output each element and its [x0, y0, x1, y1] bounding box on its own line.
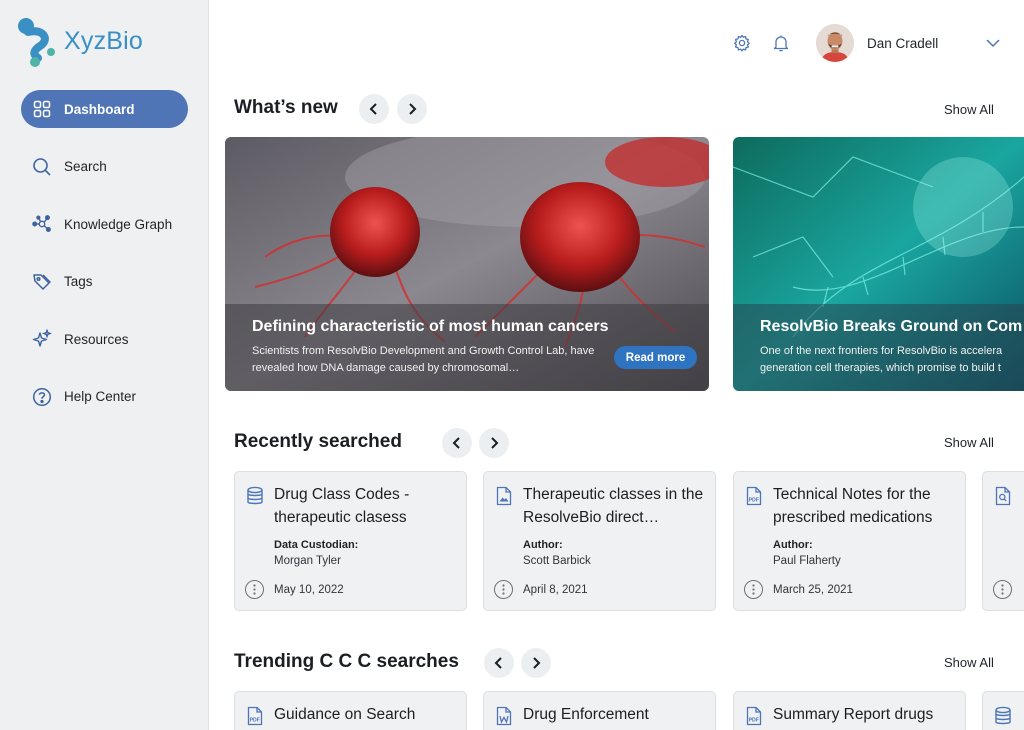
- card-meta-label: Data Custodian:: [274, 539, 359, 551]
- help-icon: [32, 387, 52, 407]
- card-title: Guidance on Search: [274, 706, 416, 723]
- pdf-file-icon: PDF: [246, 706, 264, 726]
- pdf-file-icon: PDF: [745, 486, 763, 506]
- graph-icon: [32, 214, 52, 234]
- chevron-right-icon: [491, 437, 499, 449]
- sidebar-item-resources[interactable]: Resources: [21, 320, 188, 358]
- sidebar-item-search[interactable]: Search: [21, 148, 188, 186]
- chevron-right-icon: [409, 103, 417, 115]
- sidebar-item-label: Knowledge Graph: [64, 216, 173, 232]
- card-date: May 10, 2022: [274, 584, 344, 596]
- user-name[interactable]: Dan Cradell: [867, 36, 938, 51]
- svg-text:PDF: PDF: [749, 718, 759, 724]
- trending-card[interactable]: PDF Guidance on Search: [234, 691, 467, 730]
- brand-name: XyzBio: [64, 26, 144, 55]
- sidebar-item-label: Search: [64, 159, 107, 174]
- chevron-left-icon: [369, 103, 377, 115]
- more-options-icon[interactable]: [744, 580, 763, 599]
- word-file-icon: [495, 706, 513, 726]
- card-meta-value: Morgan Tyler: [274, 555, 341, 567]
- read-more-button[interactable]: Read more: [614, 346, 697, 369]
- more-options-icon[interactable]: [245, 580, 264, 599]
- bell-icon[interactable]: [771, 33, 791, 53]
- avatar[interactable]: [816, 24, 854, 62]
- trending-card[interactable]: Drug Enforcement: [483, 691, 716, 730]
- sidebar: XyzBio Dashboard Search Knowledge Graph …: [0, 0, 209, 730]
- card-title: Drug Enforcement: [523, 706, 649, 723]
- sidebar-item-knowledge-graph[interactable]: Knowledge Graph: [21, 205, 188, 243]
- gear-icon[interactable]: [732, 33, 752, 53]
- whats-new-title: What’s new: [234, 97, 338, 118]
- svg-text:PDF: PDF: [749, 498, 759, 504]
- recent-search-card[interactable]: Therapeutic classes in the ResolveBio di…: [483, 471, 716, 611]
- sidebar-item-label: Resources: [64, 331, 129, 347]
- whats-new-show-all-link[interactable]: Show All: [944, 102, 994, 117]
- recent-search-card[interactable]: Drug Class Codes - therapeutic clasess D…: [234, 471, 467, 611]
- whats-new-next-button[interactable]: [397, 94, 427, 124]
- card-title: Technical Notes for the prescribed medic…: [773, 486, 933, 526]
- chevron-right-icon: [533, 657, 541, 669]
- news-title: ResolvBio Breaks Ground on Com: [760, 318, 1023, 335]
- chevron-left-icon: [452, 437, 460, 449]
- tag-icon: [32, 272, 52, 292]
- news-card[interactable]: ResolvBio Breaks Ground on Com One of th…: [733, 137, 1024, 391]
- database-icon: [994, 706, 1012, 726]
- search-icon: [32, 157, 52, 177]
- card-meta-label: Author:: [523, 539, 563, 551]
- sidebar-item-label: Dashboard: [64, 101, 135, 117]
- card-title: Therapeutic classes in the ResolveBio di…: [523, 486, 704, 526]
- sparkle-icon: [32, 329, 52, 349]
- card-meta-value: Scott Barbick: [523, 555, 591, 567]
- card-title: Drug Class Codes - therapeutic clasess: [274, 486, 410, 526]
- trending-show-all-link[interactable]: Show All: [944, 655, 994, 670]
- pdf-file-icon: PDF: [745, 706, 763, 726]
- sidebar-item-label: Help Center: [64, 389, 137, 404]
- image-file-icon: [495, 486, 513, 506]
- sidebar-item-label: Tags: [64, 274, 93, 289]
- brand-logo[interactable]: XyzBio: [14, 16, 143, 68]
- news-card[interactable]: Defining characteristic of most human ca…: [225, 137, 709, 391]
- svg-text:PDF: PDF: [250, 718, 260, 724]
- recent-search-card[interactable]: [982, 471, 1024, 611]
- trending-next-button[interactable]: [521, 648, 551, 678]
- card-title: Summary Report drugs: [773, 706, 934, 723]
- database-icon: [246, 486, 264, 506]
- chevron-left-icon: [494, 657, 502, 669]
- sidebar-item-help-center[interactable]: Help Center: [21, 378, 188, 416]
- whats-new-prev-button[interactable]: [359, 94, 389, 124]
- card-date: March 25, 2021: [773, 584, 853, 596]
- more-options-icon[interactable]: [494, 580, 513, 599]
- trending-card[interactable]: [982, 691, 1024, 730]
- user-avatar-icon: [816, 24, 854, 62]
- grid-icon: [32, 99, 52, 119]
- search-file-icon: [994, 486, 1012, 506]
- recently-searched-show-all-link[interactable]: Show All: [944, 435, 994, 450]
- recently-searched-next-button[interactable]: [479, 428, 509, 458]
- recently-searched-title: Recently searched: [234, 431, 402, 452]
- chevron-down-icon[interactable]: [985, 36, 1001, 50]
- card-meta-label: Author:: [773, 539, 813, 551]
- recently-searched-prev-button[interactable]: [442, 428, 472, 458]
- sidebar-nav: Dashboard Search Knowledge Graph Tags Re…: [21, 90, 188, 435]
- card-meta-value: Paul Flaherty: [773, 555, 841, 567]
- trending-prev-button[interactable]: [484, 648, 514, 678]
- more-options-icon[interactable]: [993, 580, 1012, 599]
- news-description: One of the next frontiers for ResolvBio …: [760, 345, 1003, 374]
- trending-card[interactable]: PDF Summary Report drugs: [733, 691, 966, 730]
- sidebar-item-tags[interactable]: Tags: [21, 263, 188, 301]
- card-date: April 8, 2021: [523, 584, 588, 596]
- news-title: Defining characteristic of most human ca…: [252, 318, 609, 335]
- xyzbio-logo-icon: [18, 18, 55, 67]
- news-description: Scientists from ResolvBio Development an…: [252, 345, 595, 374]
- recent-search-card[interactable]: PDF Technical Notes for the prescribed m…: [733, 471, 966, 611]
- sidebar-item-dashboard[interactable]: Dashboard: [21, 90, 188, 128]
- trending-title: Trending C C C searches: [234, 651, 459, 672]
